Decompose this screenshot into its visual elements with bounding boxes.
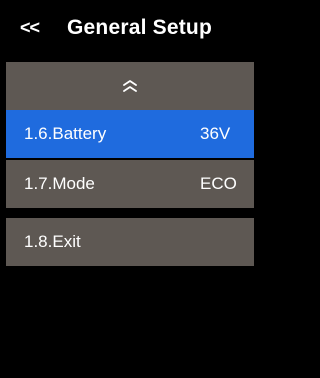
menu-item-label: 1.6.Battery	[24, 124, 107, 143]
menu-item-label: 1.7.Mode	[24, 174, 95, 193]
back-icon[interactable]: <<	[20, 18, 40, 39]
menu-item-value: ECO	[200, 174, 237, 193]
menu-item-battery[interactable]: 1.6.Battery 36V	[6, 110, 254, 158]
page-title: General Setup	[67, 16, 212, 39]
menu-item-value: 36V	[200, 124, 231, 143]
scroll-up-row[interactable]	[6, 62, 254, 110]
menu-item-mode[interactable]: 1.7.Mode ECO	[6, 160, 254, 208]
menu-item-label: 1.8.Exit	[24, 232, 81, 251]
header: << General Setup	[0, 0, 260, 56]
menu-item-exit[interactable]: 1.8.Exit	[6, 218, 254, 266]
double-chevron-up-icon	[6, 79, 254, 93]
screen: << General Setup 1.6.Battery 36V 1.7.Mod…	[0, 0, 260, 378]
